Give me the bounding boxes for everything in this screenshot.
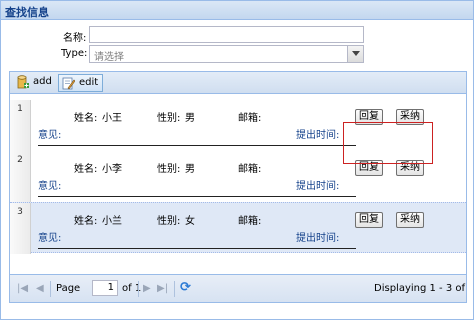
type-select-placeholder: 请选择: [94, 52, 124, 63]
opinion-label: 意见:: [38, 130, 62, 141]
separator: [138, 281, 139, 297]
grid-toolbar: add edit: [10, 72, 466, 94]
name-label: 姓名:: [74, 113, 98, 124]
first-page-icon[interactable]: |◀: [17, 283, 28, 294]
name-value: 小李: [102, 164, 122, 175]
row-divider: [38, 145, 356, 146]
time-label: 提出时间:: [296, 181, 340, 192]
row-number: 2: [10, 151, 31, 202]
dropdown-arrow-icon: [352, 51, 360, 56]
gender-label: 性别:: [157, 216, 181, 227]
opinion-label: 意见:: [38, 181, 62, 192]
panel-header: 查找信息: [1, 1, 473, 20]
row-divider: [38, 196, 356, 197]
page-label: Page: [56, 283, 81, 294]
row-number: 1: [10, 100, 31, 151]
type-select[interactable]: 请选择: [89, 45, 364, 63]
adopt-button[interactable]: 采纳: [396, 212, 424, 228]
name-value: 小兰: [102, 216, 122, 227]
gender-value: 女: [185, 216, 195, 227]
separator: [174, 281, 175, 297]
gender-value: 男: [185, 113, 195, 124]
grid-body: 1 姓名: 小王 性别: 男 邮箱: 意见: 提出时间: 回复 采纳 2 姓名:…: [10, 95, 466, 281]
paging-toolbar: |◀ ◀ Page 1 of 1 ▶ ▶| ⟳ Displaying 1 - 3…: [10, 274, 467, 302]
add-button[interactable]: add: [13, 74, 56, 92]
edit-button-label: edit: [79, 77, 99, 88]
separator: [50, 281, 51, 297]
type-label: Type:: [61, 48, 88, 59]
displaying-info: Displaying 1 - 3 of 3: [374, 283, 467, 294]
time-label: 提出时间:: [296, 233, 340, 244]
reply-button[interactable]: 回复: [355, 212, 383, 228]
highlight-frame: [343, 122, 433, 164]
panel-title: 查找信息: [5, 6, 49, 19]
search-panel: 查找信息 名称: Type: 请选择 add edit 1 姓名: 小王 性别:…: [0, 0, 474, 320]
email-label: 邮箱:: [238, 164, 262, 175]
edit-button[interactable]: edit: [58, 74, 104, 92]
name-label: 姓名:: [74, 216, 98, 227]
row-number: 3: [10, 203, 31, 254]
row-divider: [38, 248, 356, 249]
opinion-label: 意见:: [38, 233, 62, 244]
feedback-grid: add edit 1 姓名: 小王 性别: 男 邮箱: 意见: 提出时间: 回复…: [9, 71, 467, 303]
prev-page-icon[interactable]: ◀: [36, 283, 44, 294]
edit-icon: [62, 77, 75, 90]
name-value: 小王: [102, 113, 122, 124]
type-select-trigger[interactable]: [347, 46, 363, 62]
gender-label: 性别:: [157, 113, 181, 124]
name-label: 姓名:: [74, 164, 98, 175]
gender-label: 性别:: [157, 164, 181, 175]
last-page-icon[interactable]: ▶|: [157, 283, 168, 294]
next-page-icon[interactable]: ▶: [143, 283, 151, 294]
add-button-label: add: [33, 76, 52, 87]
email-label: 邮箱:: [238, 113, 262, 124]
email-label: 邮箱:: [238, 216, 262, 227]
grid-row-3[interactable]: 3 姓名: 小兰 性别: 女 邮箱: 意见: 提出时间: 回复 采纳: [10, 202, 466, 254]
name-input[interactable]: [89, 26, 364, 43]
add-icon: [17, 75, 29, 89]
gender-value: 男: [185, 164, 195, 175]
time-label: 提出时间:: [296, 130, 340, 141]
refresh-icon[interactable]: ⟳: [180, 280, 196, 296]
name-label: 名称:: [63, 33, 87, 44]
page-number-input[interactable]: 1: [92, 280, 118, 296]
